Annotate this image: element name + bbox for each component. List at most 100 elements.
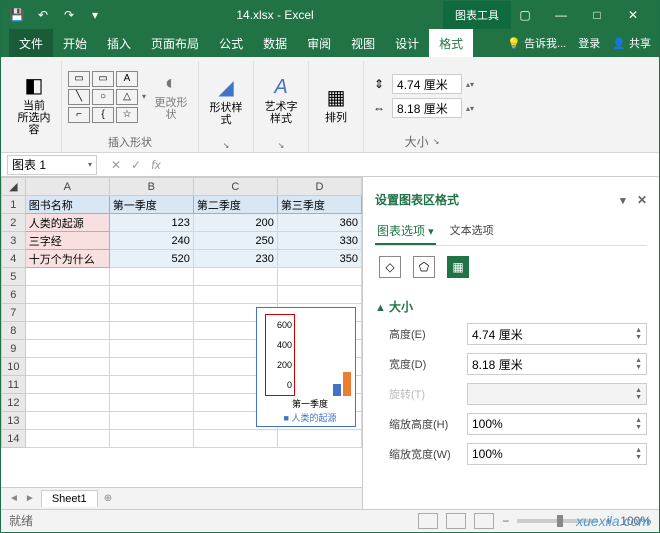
cell[interactable]: 520: [109, 250, 193, 268]
cell[interactable]: 230: [193, 250, 277, 268]
shape-lshape[interactable]: ⌐: [68, 107, 90, 123]
enter-formula-icon[interactable]: ✓: [127, 158, 145, 172]
page-layout-view-icon[interactable]: [446, 513, 466, 529]
row-3[interactable]: 3: [2, 232, 26, 250]
cell[interactable]: 350: [277, 250, 361, 268]
row-14[interactable]: 14: [2, 430, 26, 448]
shape-arrow[interactable]: △: [116, 89, 138, 105]
shape-rect2[interactable]: ▭: [92, 71, 114, 87]
shape-gallery[interactable]: ▭ ▭ A ╲ ○ △ ⌐ { ☆: [68, 71, 138, 123]
cell[interactable]: 第三季度: [277, 196, 361, 214]
tell-me[interactable]: 💡 告诉我...: [507, 35, 566, 51]
sheet-nav-prev-icon[interactable]: ◄: [9, 493, 19, 504]
width-spinner-icon[interactable]: ▴▾: [466, 104, 474, 113]
col-D[interactable]: D: [277, 178, 361, 196]
cell[interactable]: 200: [193, 214, 277, 232]
chart-object[interactable]: 600 400 200 0 第一季度 ■ 人类的起源: [256, 307, 356, 427]
tab-review[interactable]: 审阅: [297, 29, 341, 57]
spinner-icon[interactable]: ▲▼: [635, 357, 642, 371]
zoom-slider[interactable]: [517, 519, 597, 523]
cell[interactable]: 第一季度: [109, 196, 193, 214]
sheet-tab[interactable]: Sheet1: [41, 490, 98, 507]
login-link[interactable]: 登录: [578, 35, 600, 51]
zoom-out-icon[interactable]: −: [502, 514, 509, 528]
cell[interactable]: 330: [277, 232, 361, 250]
normal-view-icon[interactable]: [418, 513, 438, 529]
cell[interactable]: 240: [109, 232, 193, 250]
tab-format[interactable]: 格式: [429, 29, 473, 57]
row-12[interactable]: 12: [2, 394, 26, 412]
pane-scale-width-input[interactable]: 100%▲▼: [467, 443, 647, 465]
cell[interactable]: 123: [109, 214, 193, 232]
shape-line[interactable]: ╲: [68, 89, 90, 105]
spinner-icon[interactable]: ▲▼: [635, 327, 642, 341]
spinner-icon[interactable]: ▲▼: [635, 447, 642, 461]
tab-layout[interactable]: 页面布局: [141, 29, 209, 57]
tab-design[interactable]: 设计: [385, 29, 429, 57]
wordart-launcher-icon[interactable]: ↘: [278, 141, 285, 150]
minimize-icon[interactable]: —: [547, 5, 575, 25]
shape-more-icon[interactable]: ▾: [142, 92, 146, 101]
tab-home[interactable]: 开始: [53, 29, 97, 57]
spinner-icon[interactable]: ▲▼: [635, 417, 642, 431]
row-7[interactable]: 7: [2, 304, 26, 322]
shape-star[interactable]: ☆: [116, 107, 138, 123]
formula-input[interactable]: [169, 155, 659, 175]
cell[interactable]: 250: [193, 232, 277, 250]
namebox-dropdown-icon[interactable]: ▾: [88, 160, 92, 169]
width-input[interactable]: [392, 98, 462, 118]
select-all[interactable]: ◢: [2, 178, 26, 196]
shape-style-launcher-icon[interactable]: ↘: [223, 141, 230, 150]
row-4[interactable]: 4: [2, 250, 26, 268]
row-10[interactable]: 10: [2, 358, 26, 376]
effects-icon[interactable]: ⬠: [413, 256, 435, 278]
shape-textbox[interactable]: A: [116, 71, 138, 87]
change-shape-button[interactable]: ◐ 更改形状: [150, 70, 192, 123]
share-button[interactable]: 👤 共享: [612, 35, 651, 51]
cell[interactable]: 三字经: [25, 232, 109, 250]
shape-oval[interactable]: ○: [92, 89, 114, 105]
tab-file[interactable]: 文件: [9, 29, 53, 57]
save-icon[interactable]: 💾: [5, 4, 29, 26]
row-1[interactable]: 1: [2, 196, 26, 214]
cell[interactable]: 十万个为什么: [25, 250, 109, 268]
shape-style-button[interactable]: ◢ 形状样式: [205, 73, 247, 128]
cell[interactable]: 360: [277, 214, 361, 232]
wordart-style-button[interactable]: A 艺术字样式: [260, 74, 302, 127]
height-input[interactable]: [392, 74, 462, 94]
row-6[interactable]: 6: [2, 286, 26, 304]
qat-customize-icon[interactable]: ▾: [83, 4, 107, 26]
col-B[interactable]: B: [109, 178, 193, 196]
row-2[interactable]: 2: [2, 214, 26, 232]
page-break-view-icon[interactable]: [474, 513, 494, 529]
height-spinner-icon[interactable]: ▴▾: [466, 80, 474, 89]
size-properties-icon[interactable]: ▦: [447, 256, 469, 278]
pane-close-icon[interactable]: ✕: [637, 193, 647, 207]
tab-data[interactable]: 数据: [253, 29, 297, 57]
pane-width-input[interactable]: 8.18 厘米▲▼: [467, 353, 647, 375]
row-13[interactable]: 13: [2, 412, 26, 430]
col-A[interactable]: A: [25, 178, 109, 196]
pane-menu-icon[interactable]: ▾: [620, 195, 626, 207]
size-launcher-icon[interactable]: ↘: [433, 137, 440, 146]
ribbon-options-icon[interactable]: ▢: [511, 5, 539, 25]
tab-formula[interactable]: 公式: [209, 29, 253, 57]
pane-height-input[interactable]: 4.74 厘米▲▼: [467, 323, 647, 345]
zoom-in-icon[interactable]: +: [605, 514, 612, 528]
row-9[interactable]: 9: [2, 340, 26, 358]
redo-icon[interactable]: ↷: [57, 4, 81, 26]
tab-insert[interactable]: 插入: [97, 29, 141, 57]
cell[interactable]: 人类的起源: [25, 214, 109, 232]
shape-rect[interactable]: ▭: [68, 71, 90, 87]
cancel-formula-icon[interactable]: ✕: [107, 158, 125, 172]
pane-scale-height-input[interactable]: 100%▲▼: [467, 413, 647, 435]
arrange-button[interactable]: ▦ 排列: [315, 83, 357, 126]
shape-brace[interactable]: {: [92, 107, 114, 123]
row-11[interactable]: 11: [2, 376, 26, 394]
row-8[interactable]: 8: [2, 322, 26, 340]
undo-icon[interactable]: ↶: [31, 4, 55, 26]
cell[interactable]: 第二季度: [193, 196, 277, 214]
zoom-level[interactable]: 100%: [620, 514, 651, 528]
pane-tab-chart-options[interactable]: 图表选项 ▾: [375, 218, 436, 245]
pane-tab-text-options[interactable]: 文本选项: [448, 218, 496, 245]
